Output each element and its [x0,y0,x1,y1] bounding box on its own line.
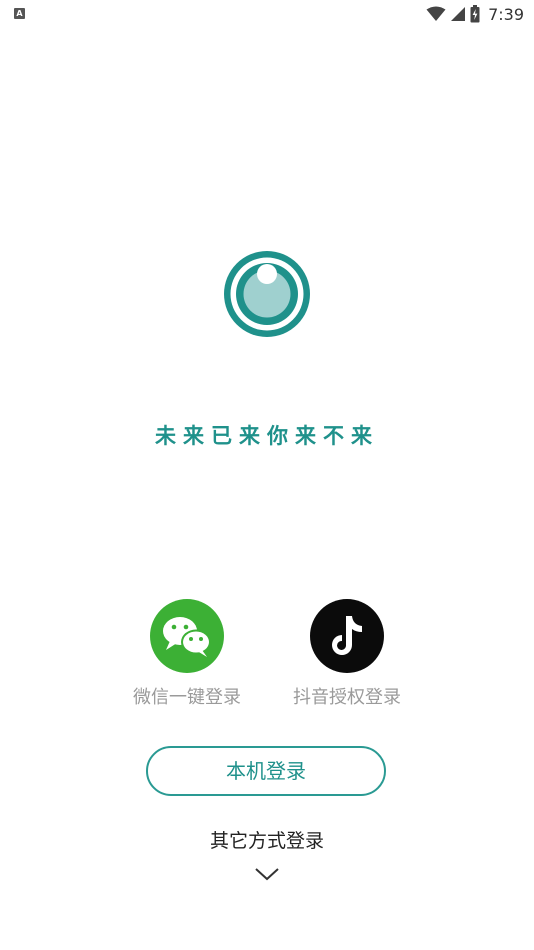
wechat-icon[interactable] [150,599,224,673]
other-login-link[interactable]: 其它方式登录 [0,826,534,853]
battery-charging-icon [470,5,480,23]
chevron-down-icon[interactable] [254,866,280,882]
slogan: 未来已来你来不来 [155,424,379,448]
douyin-icon[interactable] [310,599,384,673]
wechat-login-button[interactable]: 微信一键登录 [117,599,257,709]
local-login-button[interactable]: 本机登录 [146,746,386,796]
douyin-login-button[interactable]: 抖音授权登录 [277,599,417,709]
app-logo [224,251,310,337]
notification-icon: A [14,8,25,19]
social-login-row: 微信一键登录 抖音授权登录 [0,599,534,709]
wifi-icon [426,6,446,21]
wechat-login-label: 微信一键登录 [133,687,241,708]
status-bar: A 7:39 [0,0,534,28]
cell-signal-icon [451,7,466,21]
douyin-login-label: 抖音授权登录 [293,687,401,708]
clock: 7:39 [488,4,524,24]
system-icons: 7:39 [426,4,524,24]
